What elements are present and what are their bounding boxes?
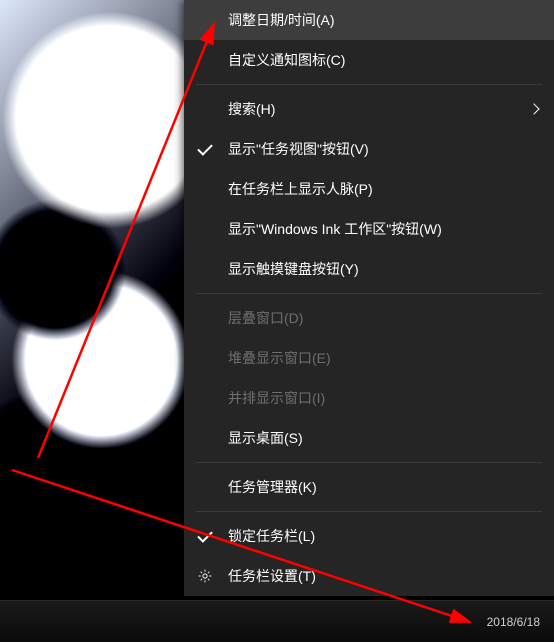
menu-item-show-people-on-taskbar[interactable]: 在任务栏上显示人脉(P) bbox=[184, 169, 554, 209]
menu-item-show-windows-ink-button[interactable]: 显示"Windows Ink 工作区"按钮(W) bbox=[184, 209, 554, 249]
menu-item-label: 任务管理器(K) bbox=[228, 477, 317, 497]
taskbar[interactable]: 2018/6/18 bbox=[0, 600, 554, 642]
chevron-right-icon bbox=[530, 105, 538, 113]
menu-separator bbox=[196, 84, 542, 85]
menu-item-label: 堆叠显示窗口(E) bbox=[228, 348, 331, 368]
menu-item-label: 显示"Windows Ink 工作区"按钮(W) bbox=[228, 219, 442, 239]
menu-item-label: 锁定任务栏(L) bbox=[228, 526, 315, 546]
checkmark-icon bbox=[196, 140, 214, 158]
submenu-indicator bbox=[530, 105, 538, 113]
menu-separator bbox=[196, 462, 542, 463]
menu-item-show-windows-stacked: 堆叠显示窗口(E) bbox=[184, 338, 554, 378]
menu-item-cascade-windows: 层叠窗口(D) bbox=[184, 298, 554, 338]
menu-item-label: 搜索(H) bbox=[228, 99, 275, 119]
menu-item-lock-taskbar[interactable]: 锁定任务栏(L) bbox=[184, 516, 554, 556]
menu-item-show-task-view-button[interactable]: 显示"任务视图"按钮(V) bbox=[184, 129, 554, 169]
menu-item-adjust-datetime[interactable]: 调整日期/时间(A) bbox=[184, 0, 554, 40]
menu-separator bbox=[196, 511, 542, 512]
menu-item-label: 任务栏设置(T) bbox=[228, 566, 316, 586]
desktop-wallpaper bbox=[0, 0, 184, 600]
taskbar-context-menu: 调整日期/时间(A) 自定义通知图标(C) 搜索(H) 显示"任务视图"按钮(V… bbox=[184, 0, 554, 596]
checkmark-icon bbox=[196, 527, 214, 545]
menu-item-label: 层叠窗口(D) bbox=[228, 308, 303, 328]
taskbar-date: 2018/6/18 bbox=[487, 615, 540, 629]
menu-separator bbox=[196, 293, 542, 294]
menu-item-taskbar-settings[interactable]: 任务栏设置(T) bbox=[184, 556, 554, 596]
menu-item-show-windows-side-by-side: 并排显示窗口(I) bbox=[184, 378, 554, 418]
menu-item-show-touch-keyboard-button[interactable]: 显示触摸键盘按钮(Y) bbox=[184, 249, 554, 289]
gear-icon bbox=[196, 567, 214, 585]
menu-item-task-manager[interactable]: 任务管理器(K) bbox=[184, 467, 554, 507]
menu-item-label: 显示"任务视图"按钮(V) bbox=[228, 139, 369, 159]
menu-item-label: 在任务栏上显示人脉(P) bbox=[228, 179, 373, 199]
taskbar-clock[interactable]: 2018/6/18 bbox=[487, 615, 540, 629]
menu-item-label: 显示桌面(S) bbox=[228, 428, 303, 448]
menu-item-customize-notification-icons[interactable]: 自定义通知图标(C) bbox=[184, 40, 554, 80]
menu-item-label: 并排显示窗口(I) bbox=[228, 388, 325, 408]
menu-item-search[interactable]: 搜索(H) bbox=[184, 89, 554, 129]
menu-item-label: 自定义通知图标(C) bbox=[228, 50, 345, 70]
menu-item-show-desktop[interactable]: 显示桌面(S) bbox=[184, 418, 554, 458]
menu-item-label: 显示触摸键盘按钮(Y) bbox=[228, 259, 359, 279]
menu-item-label: 调整日期/时间(A) bbox=[228, 10, 335, 30]
